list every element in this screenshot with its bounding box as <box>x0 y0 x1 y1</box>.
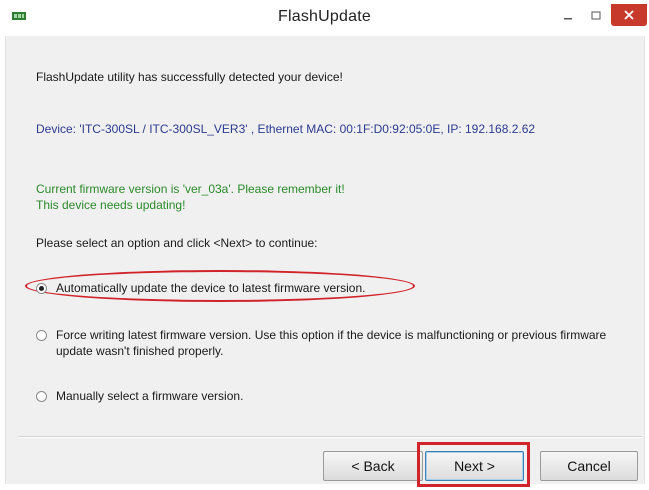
cancel-button[interactable]: Cancel <box>540 451 638 481</box>
close-icon <box>624 10 634 20</box>
next-button-highlight <box>417 442 530 487</box>
minimize-button[interactable] <box>555 6 581 26</box>
radio-button[interactable] <box>36 330 47 341</box>
detected-message: FlashUpdate utility has successfully det… <box>36 70 343 84</box>
option-label: Manually select a firmware version. <box>56 389 244 403</box>
device-info: Device: 'ITC-300SL / ITC-300SL_VER3' , E… <box>36 122 536 136</box>
close-button[interactable] <box>611 4 647 26</box>
window-title: FlashUpdate <box>278 8 371 25</box>
back-button[interactable]: < Back <box>323 451 423 481</box>
wizard-content: FlashUpdate utility has successfully det… <box>5 36 645 487</box>
radio-button-checked[interactable] <box>36 283 47 294</box>
select-option-prompt: Please select an option and click <Next>… <box>36 236 318 250</box>
maximize-button[interactable] <box>583 6 609 26</box>
needs-update-message: This device needs updating! <box>36 198 186 212</box>
radio-button[interactable] <box>36 391 47 402</box>
divider <box>18 436 642 438</box>
firmware-version-message: Current firmware version is 'ver_03a'. P… <box>36 182 345 196</box>
option-label: Force writing latest firmware version. U… <box>56 328 607 358</box>
option-force-write[interactable]: Force writing latest firmware version. U… <box>36 327 616 359</box>
flashupdate-window: FlashUpdate FlashUpdate utility has succ… <box>0 0 649 490</box>
option-label: Automatically update the device to lates… <box>56 281 366 295</box>
minimize-icon <box>564 18 572 20</box>
title-bar[interactable]: FlashUpdate <box>0 0 649 36</box>
option-manual-select[interactable]: Manually select a firmware version. <box>36 388 243 404</box>
option-auto-update[interactable]: Automatically update the device to lates… <box>36 280 365 296</box>
maximize-icon <box>591 11 601 20</box>
